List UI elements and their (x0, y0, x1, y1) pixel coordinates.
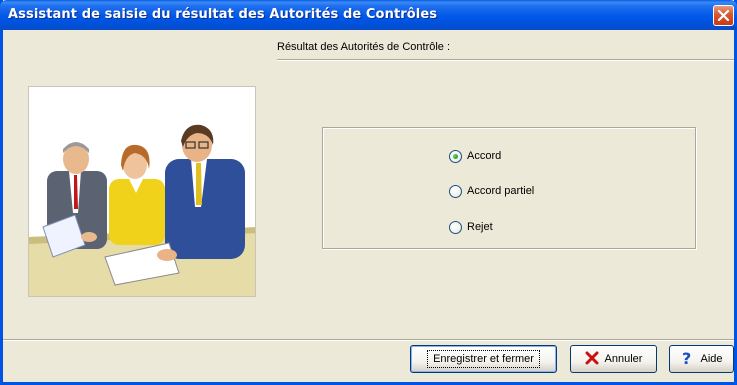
radio-label-accord: Accord (467, 150, 502, 162)
radio-accord[interactable]: Accord (449, 148, 501, 164)
footer-divider (3, 339, 734, 341)
window-title: Assistant de saisie du résultat des Auto… (8, 7, 438, 22)
radio-button[interactable] (449, 184, 462, 198)
radio-label-rejet: Rejet (467, 221, 493, 233)
question-mark-icon: ? (680, 349, 694, 369)
svg-text:?: ? (682, 350, 691, 366)
help-button[interactable]: ? Aide (669, 345, 734, 373)
save-and-close-button[interactable]: Enregistrer et fermer (410, 345, 557, 373)
close-icon (718, 10, 729, 21)
red-x-icon (585, 351, 599, 368)
radio-button-checked[interactable] (449, 149, 462, 163)
radio-label-accord-partiel: Accord partiel (467, 185, 535, 197)
radio-button[interactable] (449, 220, 462, 234)
close-button[interactable] (713, 5, 734, 26)
dialog-window: Assistant de saisie du résultat des Auto… (0, 0, 737, 385)
save-and-close-label: Enregistrer et fermer (427, 350, 540, 368)
title-bar[interactable]: Assistant de saisie du résultat des Auto… (0, 0, 737, 30)
radio-rejet[interactable]: Rejet (449, 219, 493, 235)
header-divider (277, 59, 734, 61)
cancel-label: Annuler (604, 353, 643, 365)
radio-accord-partiel[interactable]: Accord partiel (449, 183, 534, 199)
section-heading: Résultat des Autorités de Contrôle : (277, 41, 451, 53)
business-meeting-clipart (28, 86, 256, 297)
cancel-button[interactable]: Annuler (570, 345, 657, 373)
help-label: Aide (700, 353, 723, 365)
